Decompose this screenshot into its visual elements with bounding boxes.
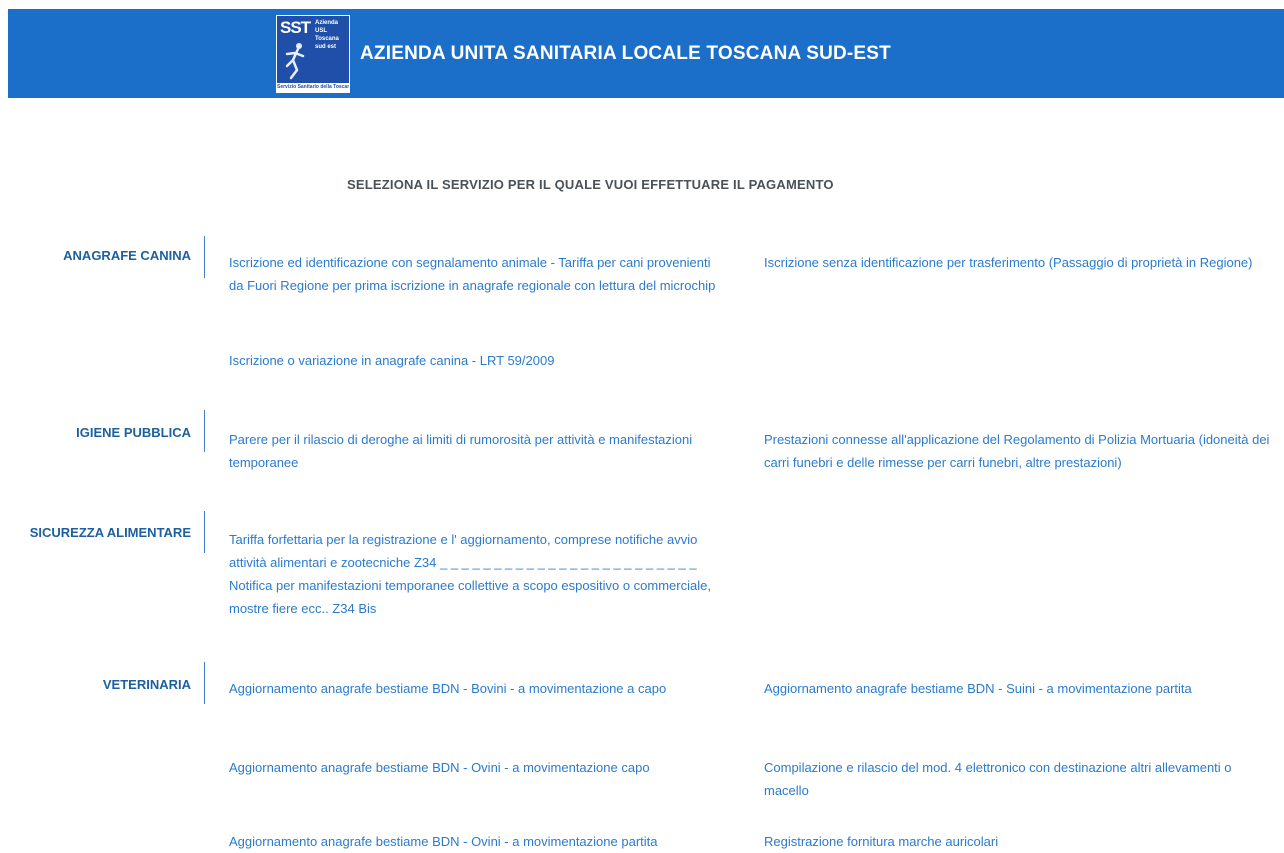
- service-link[interactable]: Iscrizione senza identificazione per tra…: [764, 251, 1279, 274]
- service-link[interactable]: Compilazione e rilascio del mod. 4 elett…: [764, 756, 1279, 802]
- service-link[interactable]: Aggiornamento anagrafe bestiame BDN - Su…: [764, 677, 1279, 700]
- service-link[interactable]: Tariffa forfettaria per la registrazione…: [229, 528, 719, 620]
- category-divider: [204, 236, 205, 278]
- category-igiene-pubblica: IGIENE PUBBLICA: [76, 425, 191, 440]
- service-link[interactable]: Prestazioni connesse all'applicazione de…: [764, 428, 1279, 474]
- logo-footer-text: Servizio Sanitario della Toscana: [277, 83, 349, 92]
- category-anagrafe-canina: ANAGRAFE CANINA: [63, 248, 191, 263]
- category-divider: [204, 410, 205, 452]
- logo-big-text: SST: [280, 18, 311, 37]
- logo-small-text: Azienda USL Toscana sud est: [315, 20, 339, 50]
- service-link[interactable]: Aggiornamento anagrafe bestiame BDN - Ov…: [229, 830, 724, 853]
- service-link[interactable]: Iscrizione o variazione in anagrafe cani…: [229, 349, 724, 372]
- page-header: SST Azienda USL Toscana sud est Servizio…: [8, 9, 1284, 98]
- service-link[interactable]: Aggiornamento anagrafe bestiame BDN - Bo…: [229, 677, 724, 700]
- service-link[interactable]: Parere per il rilascio di deroghe ai lim…: [229, 428, 724, 474]
- running-figure-icon: [285, 43, 305, 80]
- service-link[interactable]: Registrazione fornitura marche auricolar…: [764, 830, 1279, 853]
- page-heading: SELEZIONA IL SERVIZIO PER IL QUALE VUOI …: [347, 177, 834, 192]
- service-link[interactable]: Aggiornamento anagrafe bestiame BDN - Ov…: [229, 756, 724, 779]
- category-divider: [204, 662, 205, 704]
- service-link[interactable]: Iscrizione ed identificazione con segnal…: [229, 251, 724, 297]
- category-divider: [204, 511, 205, 553]
- sst-logo[interactable]: SST Azienda USL Toscana sud est Servizio…: [276, 15, 350, 93]
- category-sicurezza-alimentare: SICUREZZA ALIMENTARE: [29, 525, 191, 540]
- organization-title: AZIENDA UNITA SANITARIA LOCALE TOSCANA S…: [360, 43, 891, 64]
- category-veterinaria: VETERINARIA: [102, 677, 191, 692]
- logo-emblem: SST Azienda USL Toscana sud est Servizio…: [277, 16, 349, 92]
